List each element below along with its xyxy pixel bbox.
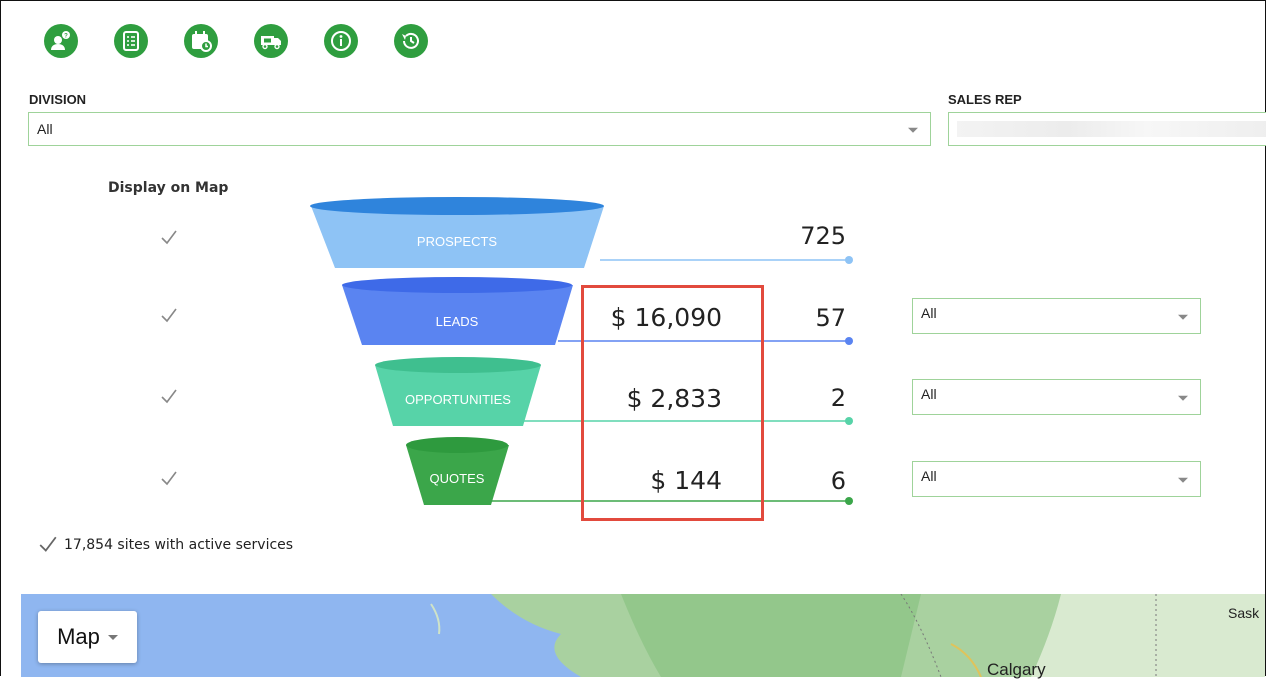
leads-dot: [845, 337, 853, 345]
opportunities-filter-select[interactable]: All: [912, 379, 1201, 415]
prospects-count: 725: [800, 222, 846, 250]
opportunities-dot: [845, 417, 853, 425]
map-terrain: [430, 594, 1265, 677]
funnel-label-prospects: PROSPECTS: [417, 234, 498, 249]
chevron-down-icon: [1178, 314, 1188, 320]
chevron-down-icon: [1178, 395, 1188, 401]
leads-filter-select[interactable]: All: [912, 298, 1201, 334]
highlight-box: [581, 285, 764, 521]
leads-count: 57: [815, 304, 846, 332]
funnel-label-leads: LEADS: [436, 314, 479, 329]
quotes-dot: [845, 497, 853, 505]
sites-toggle[interactable]: 17,854 sites with active services: [38, 535, 293, 555]
map-type-button[interactable]: Map: [38, 611, 137, 663]
check-icon: [38, 535, 58, 555]
leads-filter-value: All: [921, 305, 937, 321]
quotes-filter-select[interactable]: All: [912, 461, 1201, 497]
chevron-down-icon: [1178, 477, 1188, 483]
funnel-stage-leads[interactable]: LEADS: [342, 277, 573, 345]
funnel-stage-prospects[interactable]: PROSPECTS: [310, 197, 604, 268]
quotes-filter-value: All: [921, 468, 937, 484]
prospects-dot: [845, 256, 853, 264]
opportunities-count: 2: [830, 384, 846, 412]
chevron-down-icon: [107, 634, 118, 640]
opportunities-filter-value: All: [921, 386, 937, 402]
funnel-stage-quotes[interactable]: QUOTES: [406, 437, 509, 505]
map-city-calgary: Calgary: [987, 660, 1046, 679]
map-view[interactable]: [21, 594, 1265, 677]
sites-label: 17,854 sites with active services: [64, 537, 294, 553]
map-type-label: Map: [57, 624, 100, 649]
funnel-label-opportunities: OPPORTUNITIES: [405, 392, 511, 407]
funnel-label-quotes: QUOTES: [430, 471, 485, 486]
funnel-stage-opportunities[interactable]: OPPORTUNITIES: [375, 357, 541, 426]
quotes-count: 6: [830, 467, 846, 495]
map-city-sask: Sask: [1228, 605, 1260, 621]
